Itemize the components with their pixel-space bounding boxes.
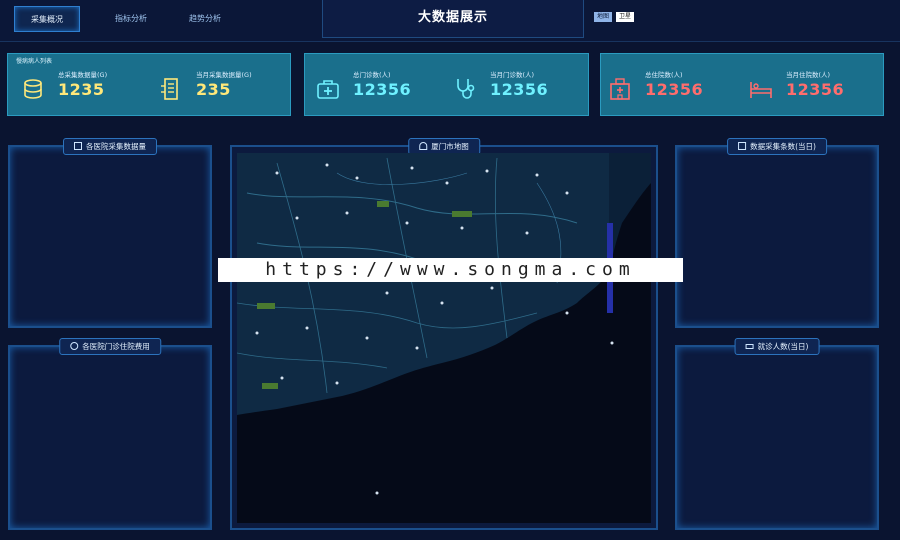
medical-kit-icon — [317, 80, 339, 99]
map-view[interactable] — [237, 153, 651, 523]
satellite-mode-button[interactable]: 卫星 — [616, 12, 635, 22]
panel-title: 厦门市地图 — [431, 142, 469, 151]
stat-label: 当月门诊数(人) — [490, 71, 535, 79]
panel-hospital-cost: 各医院门诊住院费用 — [8, 338, 212, 530]
title-box: 大数据展示 — [322, 0, 584, 38]
panel-header: 各医院采集数据量 — [63, 138, 157, 155]
watermark-banner: https://www.songma.com — [218, 258, 683, 282]
map-canvas — [237, 153, 651, 495]
stat-value: 12356 — [645, 80, 704, 99]
hospital-icon — [610, 78, 630, 100]
panel-daily-visits: 就诊人数(当日) — [675, 338, 879, 530]
record-icon — [738, 142, 747, 150]
stat-value: 12356 — [353, 80, 412, 99]
stat-monthly-data: 当月采集数据量(G) 235 — [158, 66, 293, 114]
stat-label: 当月住院数(人) — [786, 71, 831, 79]
panel-hospital-data-volume: 各医院采集数据量 — [8, 138, 212, 328]
stat-value: 1235 — [58, 80, 105, 99]
tab-collection-overview[interactable]: 采集概况 — [14, 6, 80, 32]
stat-value: 12356 — [490, 80, 549, 99]
panel-title: 就诊人数(当日) — [757, 342, 809, 351]
tab-trend-analysis[interactable]: 趋势分析 — [170, 6, 240, 32]
list-icon — [74, 142, 82, 150]
stat-total-inpatient: 总住院数(人) 12356 — [607, 66, 742, 114]
stat-monthly-outpatient: 当月门诊数(人) 12356 — [452, 66, 587, 114]
map-mode-button[interactable]: 地图 — [594, 12, 613, 22]
stat-card-outpatient: 总门诊数(人) 12356 当月门诊数(人) 12356 — [304, 53, 589, 116]
stat-total-data: 总采集数据量(G) 1235 — [20, 66, 155, 114]
stat-monthly-inpatient: 当月住院数(人) 12356 — [748, 66, 883, 114]
stat-card-inpatient: 总住院数(人) 12356 当月住院数(人) 12356 — [600, 53, 884, 116]
panel-city-map: 厦门市地图 — [230, 138, 658, 530]
page-title: 大数据展示 — [417, 10, 488, 25]
panel-header: 各医院门诊住院费用 — [59, 338, 161, 355]
database-icon — [24, 79, 42, 99]
stat-label: 总采集数据量(G) — [58, 71, 108, 79]
stat-label: 总住院数(人) — [645, 71, 683, 79]
stat-label: 总门诊数(人) — [353, 71, 391, 79]
stat-label: 当月采集数据量(G) — [196, 71, 252, 79]
bed-icon — [745, 344, 754, 349]
top-bar: 采集概况 指标分析 趋势分析 大数据展示 — [0, 0, 900, 42]
stethoscope-icon — [457, 79, 475, 99]
target-icon — [70, 342, 79, 350]
panel-header: 就诊人数(当日) — [734, 338, 820, 355]
stat-value: 12356 — [786, 80, 845, 99]
panel-header: 数据采集条数(当日) — [727, 138, 827, 155]
hospital-bed-icon — [750, 82, 772, 98]
panel-title: 数据采集条数(当日) — [750, 142, 816, 151]
tab-indicator-analysis[interactable]: 指标分析 — [96, 6, 166, 32]
panel-title: 各医院采集数据量 — [86, 142, 146, 151]
stat-total-outpatient: 总门诊数(人) 12356 — [315, 66, 450, 114]
card-label: 慢病病人列表 — [16, 58, 53, 65]
location-icon — [419, 142, 428, 150]
stat-card-data-volume: 慢病病人列表 总采集数据量(G) 1235 当月采集数据量(G) 235 — [7, 53, 291, 116]
panel-title: 各医院门诊住院费用 — [82, 342, 150, 351]
stat-value: 235 — [196, 80, 231, 99]
panel-daily-records: 数据采集条数(当日) — [675, 138, 879, 328]
server-icon — [161, 78, 178, 100]
